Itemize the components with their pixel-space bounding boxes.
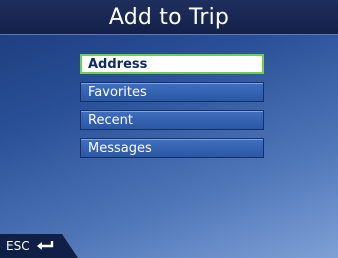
menu-item-recent[interactable]: Recent [80,110,264,130]
menu-item-label: Messages [88,140,152,156]
add-to-trip-screen: Add to Trip Address Favorites Recent Mes… [0,0,338,258]
esc-back-button[interactable]: ESC [0,234,78,258]
title-bar: Add to Trip [0,0,338,35]
menu-item-label: Favorites [88,84,147,100]
menu-item-favorites[interactable]: Favorites [80,82,264,102]
add-to-trip-menu: Address Favorites Recent Messages [80,54,264,166]
menu-item-address[interactable]: Address [80,54,264,74]
menu-item-label: Recent [88,112,133,128]
return-arrow-icon [35,240,55,252]
menu-item-messages[interactable]: Messages [80,138,264,158]
esc-label: ESC [6,239,30,253]
page-title: Add to Trip [108,4,230,30]
menu-item-label: Address [88,56,148,72]
